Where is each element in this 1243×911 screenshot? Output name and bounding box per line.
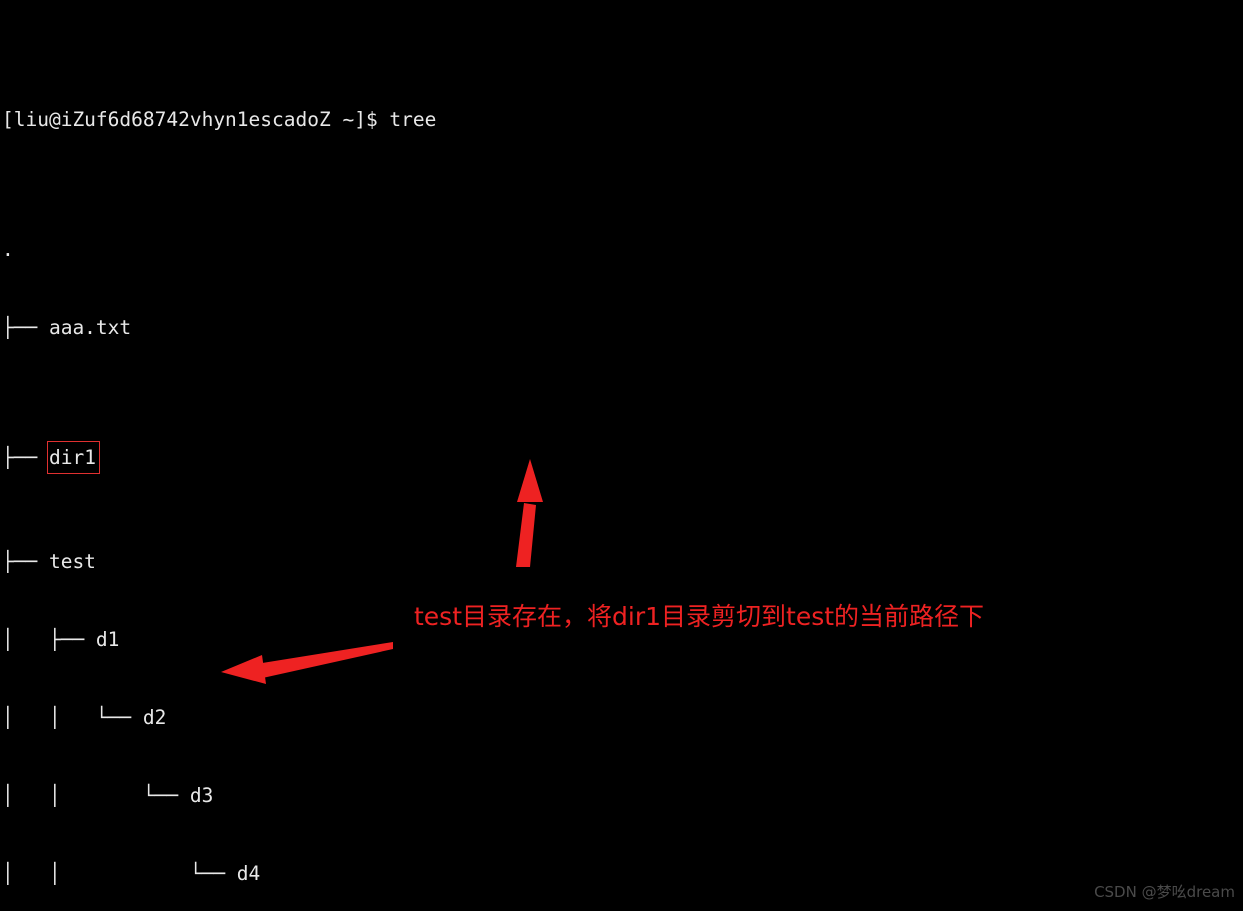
- shell-prompt: [liu@iZuf6d68742vhyn1escadoZ ~]$: [2, 108, 390, 131]
- terminal-line: │ │ └── d3: [2, 784, 214, 807]
- tree-branch-prefix: ├──: [2, 446, 49, 469]
- terminal-line: ├── aaa.txt: [2, 316, 132, 339]
- csdn-watermark: CSDN @梦吆dream: [1094, 883, 1235, 901]
- highlight-box-dir1-before[interactable]: dir1: [46, 441, 100, 474]
- command-text: tree: [389, 108, 437, 131]
- terminal-line: │ │ └── d4: [2, 862, 261, 885]
- terminal-line: ├── test: [2, 550, 96, 573]
- annotation-note: test目录存在，将dir1目录剪切到test的当前路径下: [414, 602, 985, 631]
- terminal-line: .: [2, 238, 14, 261]
- terminal-line: │ │ └── d2: [2, 706, 167, 729]
- terminal-line-highlighted: ├── dir1: [2, 441, 1242, 474]
- terminal-screen: [liu@iZuf6d68742vhyn1escadoZ ~]$ tree . …: [0, 0, 1243, 911]
- terminal-output[interactable]: [liu@iZuf6d68742vhyn1escadoZ ~]$ tree . …: [2, 3, 1242, 911]
- terminal-line: [liu@iZuf6d68742vhyn1escadoZ ~]$ tree: [2, 107, 1242, 133]
